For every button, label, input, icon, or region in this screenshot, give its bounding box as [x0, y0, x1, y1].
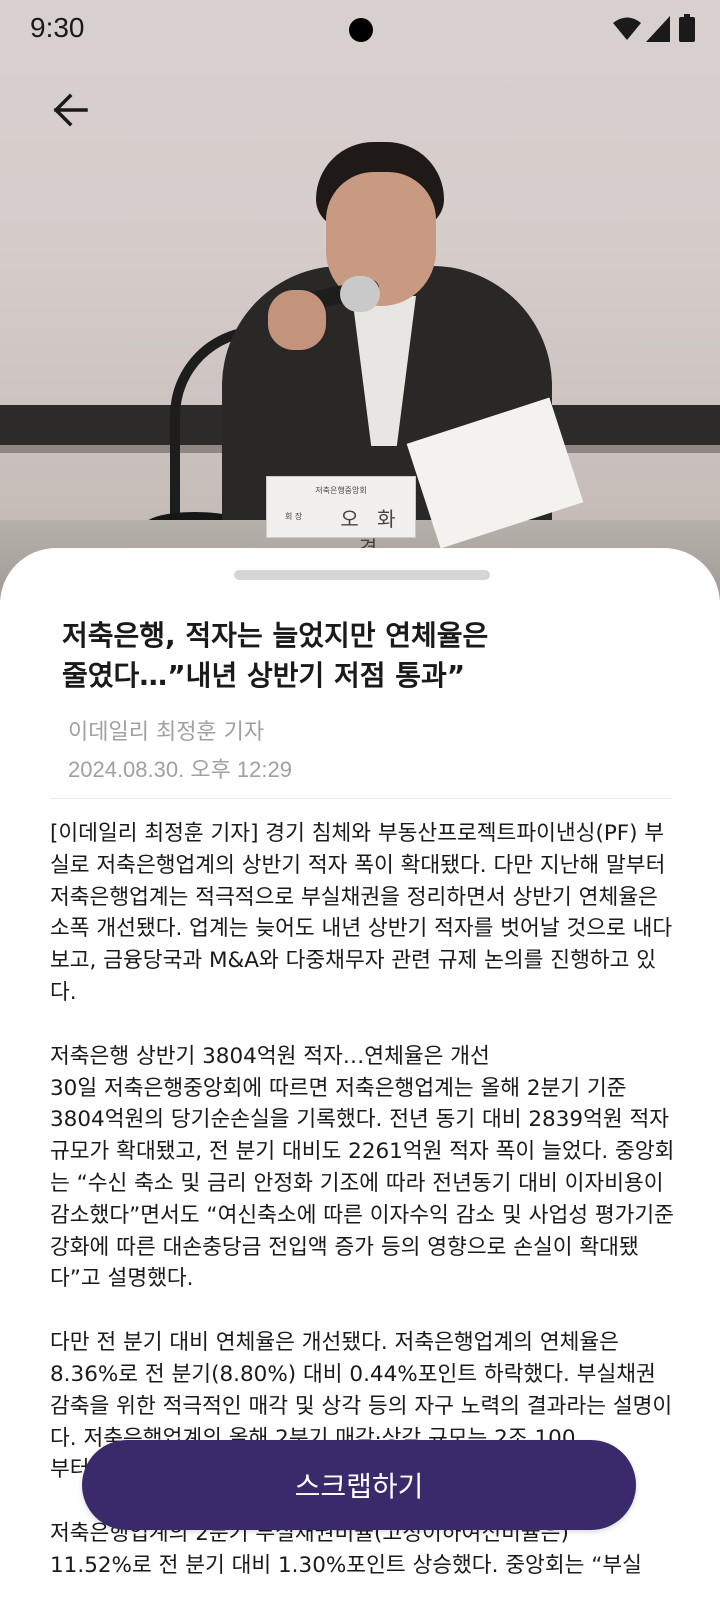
article-paragraph-4-cont: 11.52%로 전 분기 대비 1.30%포인트 상승했다. 중앙회는 “부실 — [50, 1552, 642, 1578]
article-hero-photo: 저축은행중앙회 회 장 오 화 경 — [0, 0, 720, 600]
drag-handle[interactable] — [234, 570, 490, 580]
article-title-line-1: 저축은행, 적자는 늘었지만 연체율은 — [62, 619, 489, 652]
battery-icon — [679, 14, 695, 42]
nameplate-org: 저축은행중앙회 — [315, 486, 367, 495]
speaker-hand — [268, 290, 326, 350]
status-time: 9:30 — [30, 12, 85, 43]
nameplate: 저축은행중앙회 회 장 오 화 경 — [266, 476, 416, 560]
signal-icon — [646, 16, 670, 42]
camera-cutout — [349, 18, 373, 42]
status-bar: 9:30 — [0, 0, 720, 60]
article-title: 저축은행, 적자는 늘었지만 연체율은 줄였다…”내년 상반기 저점 통과” — [62, 616, 582, 696]
article-paragraph-2: 30일 저축은행중앙회에 따르면 저축은행업계는 올해 2분기 기준 3804억… — [50, 1075, 675, 1292]
article-title-line-2: 줄였다…”내년 상반기 저점 통과” — [62, 659, 466, 692]
arrow-left-icon — [53, 93, 88, 127]
nameplate-position: 회 장 — [285, 512, 303, 521]
back-button[interactable] — [44, 84, 96, 136]
article-author: 이데일리 최정훈 기자 — [68, 720, 265, 745]
microphone-head — [340, 276, 380, 312]
article-subheading: 저축은행 상반기 3804억원 적자…연체율은 개선 — [50, 1043, 490, 1069]
divider — [50, 798, 672, 799]
article-paragraph-3: 다만 전 분기 대비 연체율은 개선됐다. 저축은행업계의 연체율은 8.36%… — [50, 1330, 673, 1451]
scrap-button[interactable]: 스크랩하기 — [82, 1440, 636, 1530]
article-paragraph-1: [이데일리 최정훈 기자] 경기 침체와 부동산프로젝트파이낸싱(PF) 부실로… — [50, 821, 673, 1005]
wifi-icon — [613, 17, 641, 40]
article-date: 2024.08.30. 오후 12:29 — [68, 757, 292, 782]
